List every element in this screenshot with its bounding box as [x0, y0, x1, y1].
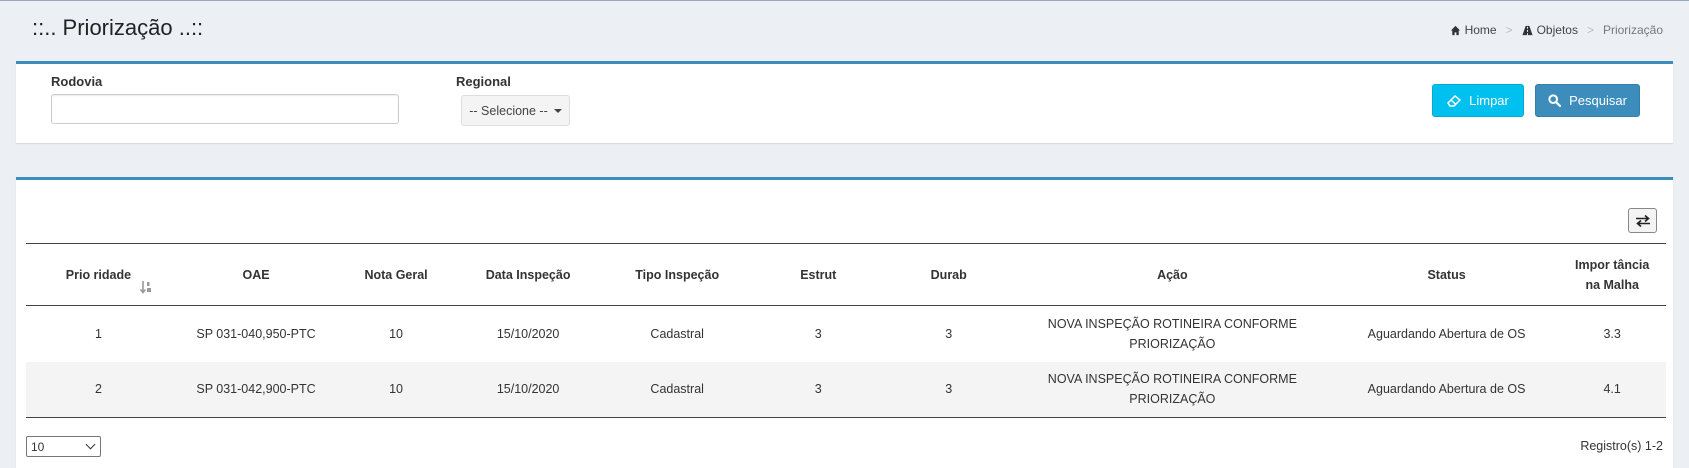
cell-data-inspecao: 15/10/2020	[496, 326, 560, 341]
caret-down-icon	[553, 108, 562, 113]
exchange-icon	[1635, 214, 1650, 227]
regional-label: Regional	[456, 74, 511, 89]
column-status[interactable]: Status	[1334, 243, 1559, 306]
cell-estrut: 3	[749, 361, 888, 418]
records-count: Registro(s) 1-2	[1580, 439, 1663, 453]
cell-nota-geral: 10	[389, 326, 403, 341]
page-header: ::.. Priorização ..:: Home > Objetos > P…	[0, 1, 1689, 61]
table-row[interactable]: 2 SP 031-042,900-PTC 10 15/10/2020 Cadas…	[26, 361, 1666, 418]
breadcrumb-objetos[interactable]: Objetos	[1522, 23, 1578, 37]
column-data-inspecao[interactable]: Data Inspeção	[450, 243, 606, 306]
cell-prioridade: 1	[94, 326, 102, 341]
breadcrumb-current: Priorização	[1602, 23, 1663, 37]
road-icon	[1522, 25, 1533, 35]
eraser-icon	[1447, 94, 1462, 107]
cell-tipo-inspecao: Cadastral	[650, 326, 704, 341]
cell-nota-geral: 10	[341, 361, 451, 418]
table-row[interactable]: 1 SP 031-040,950-PTC 10 15/10/2020 Cadas…	[26, 306, 1666, 362]
cell-durab: 3	[945, 326, 953, 341]
breadcrumb-objetos-label: Objetos	[1536, 23, 1578, 37]
breadcrumb: Home > Objetos > Priorização	[1450, 23, 1663, 37]
cell-data-inspecao: 15/10/2020	[450, 361, 606, 418]
cell-importancia: 4.1	[1558, 361, 1666, 418]
home-icon	[1450, 25, 1460, 35]
filter-panel: Rodovia Regional -- Selecione -- Limpar …	[16, 61, 1673, 143]
cell-tipo-inspecao: Cadastral	[605, 361, 750, 418]
page-size-value: 10	[31, 439, 45, 454]
pesquisar-button[interactable]: Pesquisar	[1535, 84, 1640, 117]
cell-status: Aguardando Abertura de OS	[1334, 361, 1559, 418]
page-title: ::.. Priorização ..::	[32, 15, 204, 40]
column-durab[interactable]: Durab	[887, 243, 1010, 306]
cell-durab: 3	[887, 361, 1010, 418]
column-oae[interactable]: OAE	[170, 243, 342, 306]
cell-acao: NOVA INSPEÇÃO ROTINEIRA CONFORME PRIORIZ…	[1047, 316, 1297, 351]
column-prioridade[interactable]: Prio ridade	[26, 243, 171, 306]
priority-table: Prio ridade OAE Nota Geral Data Inspeção…	[26, 243, 1666, 418]
cell-oae: SP 031-040,950-PTC	[196, 326, 316, 341]
limpar-button[interactable]: Limpar	[1432, 84, 1524, 117]
table-header-row: Prio ridade OAE Nota Geral Data Inspeção…	[26, 243, 1666, 306]
pesquisar-label: Pesquisar	[1569, 93, 1627, 108]
rodovia-input[interactable]	[51, 94, 399, 124]
chevron-down-icon	[85, 439, 96, 450]
cell-estrut: 3	[814, 326, 822, 341]
breadcrumb-separator: >	[1586, 23, 1594, 37]
limpar-label: Limpar	[1469, 93, 1509, 108]
search-icon	[1548, 94, 1562, 107]
sort-icon[interactable]	[139, 280, 153, 294]
cell-prioridade: 2	[26, 361, 171, 418]
column-nota-geral[interactable]: Nota Geral	[341, 243, 451, 306]
column-estrut[interactable]: Estrut	[749, 243, 888, 306]
column-importancia[interactable]: Impor tância na Malha	[1558, 243, 1666, 306]
column-acao[interactable]: Ação	[1009, 243, 1335, 306]
column-tipo-inspecao[interactable]: Tipo Inspeção	[605, 243, 750, 306]
results-panel: Prio ridade OAE Nota Geral Data Inspeção…	[16, 177, 1673, 468]
regional-select[interactable]: -- Selecione --	[461, 95, 570, 126]
cell-importancia: 3.3	[1603, 326, 1621, 341]
rodovia-label: Rodovia	[51, 74, 103, 89]
regional-select-value: -- Selecione --	[469, 103, 548, 118]
breadcrumb-home-label: Home	[1464, 23, 1497, 37]
breadcrumb-separator: >	[1505, 23, 1513, 37]
breadcrumb-home[interactable]: Home	[1450, 23, 1497, 37]
cell-oae: SP 031-042,900-PTC	[170, 361, 342, 418]
toggle-columns-button[interactable]	[1628, 208, 1657, 233]
cell-status: Aguardando Abertura de OS	[1367, 326, 1526, 341]
page-size-select[interactable]: 10	[26, 436, 101, 457]
cell-acao: NOVA INSPEÇÃO ROTINEIRA CONFORME PRIORIZ…	[1009, 361, 1335, 418]
